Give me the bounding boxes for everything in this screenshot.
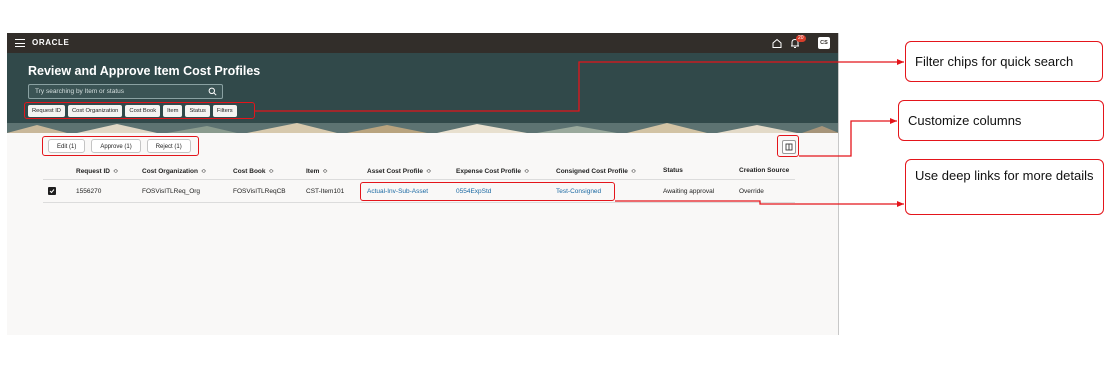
callout-filter-chips: Filter chips for quick search [905,41,1103,82]
callout-deep-links: Use deep links for more details [905,159,1104,215]
callout-customize-columns: Customize columns [898,100,1104,141]
